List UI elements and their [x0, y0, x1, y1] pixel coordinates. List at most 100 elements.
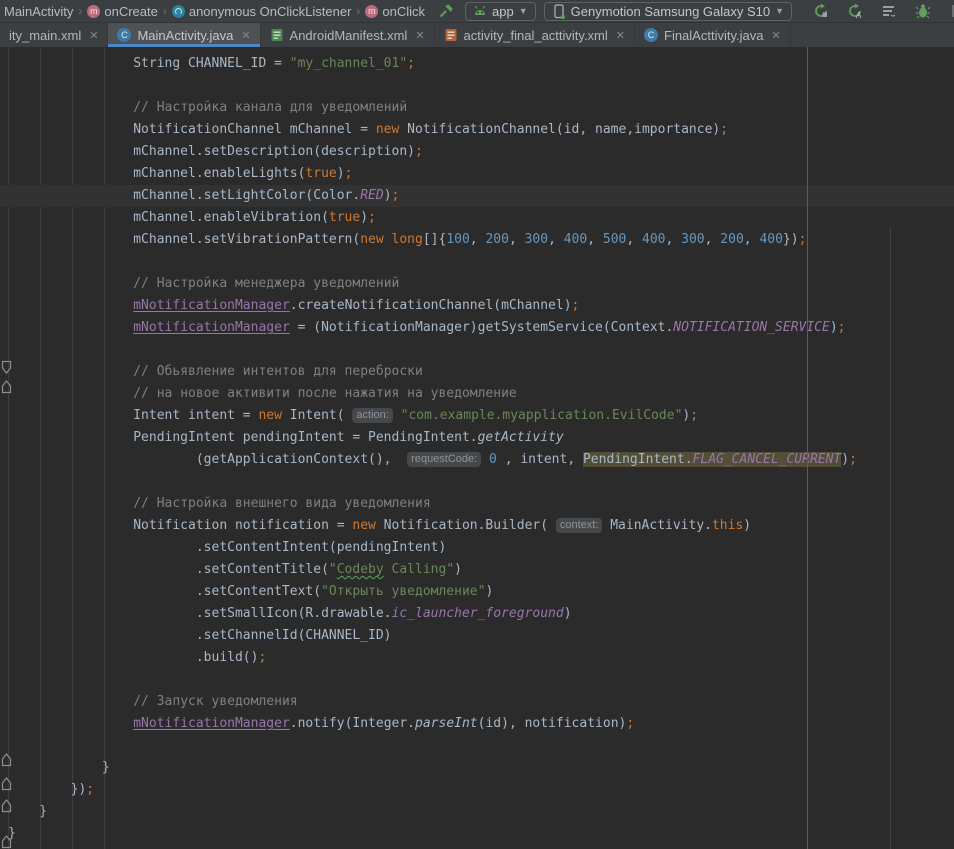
code-token [8, 320, 133, 335]
code-token: ; [368, 210, 376, 225]
code-token: , [705, 232, 721, 247]
tab-activity-main-xml[interactable]: ity_main.xml ✕ [0, 23, 108, 47]
code-line[interactable]: } [0, 757, 954, 779]
code-line[interactable]: } [0, 823, 954, 845]
code-token: Notification.Builder( [376, 518, 556, 533]
code-line[interactable] [0, 251, 954, 273]
fold-marker-icon[interactable] [1, 360, 12, 375]
code-token: , intent, [497, 452, 583, 467]
breadcrumb-item-onclick[interactable]: m onClick [363, 4, 427, 19]
code-line[interactable] [0, 339, 954, 361]
code-token: 200 [485, 232, 508, 247]
profiler-icon[interactable] [946, 1, 954, 21]
run-configuration-select[interactable]: app ▼ [465, 2, 536, 21]
code-lines[interactable]: String CHANNEL_ID = "my_channel_01"; // … [0, 47, 954, 845]
apply-changes-icon[interactable] [810, 1, 832, 21]
tab-mainactivity-java[interactable]: C MainActivity.java ✕ [108, 23, 260, 47]
code-line[interactable]: // Настройка канала для уведомлений [0, 97, 954, 119]
apply-code-changes-icon[interactable]: A [844, 1, 866, 21]
breadcrumb-item-anonymous-listener[interactable]: anonymous OnClickListener [170, 4, 354, 19]
tab-androidmanifest-xml[interactable]: AndroidManifest.xml ✕ [261, 23, 435, 47]
code-line[interactable]: // Запуск уведомления [0, 691, 954, 713]
code-token: // Настройка внешнего вида уведомления [133, 496, 430, 511]
code-token: }) [783, 232, 799, 247]
code-line[interactable]: // Обьявление интентов для переброски [0, 361, 954, 383]
code-token: .createNotificationChannel(mChannel) [290, 298, 572, 313]
code-token: } [8, 760, 110, 775]
code-token [393, 408, 401, 423]
close-tab-icon[interactable]: ✕ [89, 29, 98, 42]
code-line[interactable]: .build(); [0, 647, 954, 669]
code-line[interactable]: mChannel.setVibrationPattern(new long[]{… [0, 229, 954, 251]
chevron-down-icon: ▼ [775, 6, 784, 16]
code-token: }) [8, 782, 86, 797]
code-line[interactable]: mNotificationManager = (NotificationMana… [0, 317, 954, 339]
breadcrumb-label: anonymous OnClickListener [189, 4, 352, 19]
code-line[interactable] [0, 75, 954, 97]
close-tab-icon[interactable]: ✕ [771, 29, 780, 42]
close-tab-icon[interactable]: ✕ [616, 29, 625, 42]
tab-label: AndroidManifest.xml [290, 28, 408, 43]
debug-icon[interactable] [912, 1, 934, 21]
fold-marker-icon[interactable] [1, 776, 12, 791]
code-line[interactable] [0, 669, 954, 691]
code-line[interactable]: (getApplicationContext(), requestCode: 0… [0, 449, 954, 471]
code-token: ; [690, 408, 698, 423]
code-line[interactable]: mNotificationManager.notify(Integer.pars… [0, 713, 954, 735]
code-line[interactable]: mChannel.enableVibration(true); [0, 207, 954, 229]
run-configurations-list-icon[interactable] [878, 1, 900, 21]
code-line[interactable]: // Настройка менеджера уведомлений [0, 273, 954, 295]
code-line[interactable]: mChannel.setLightColor(Color.RED); [0, 185, 954, 207]
tab-label: FinalActtivity.java [664, 28, 763, 43]
code-token: mNotificationManager [133, 320, 290, 335]
code-token: new [376, 122, 399, 137]
code-token: .setContentText( [8, 584, 321, 599]
android-icon [473, 5, 487, 17]
code-line[interactable]: Intent intent = new Intent( action: "com… [0, 405, 954, 427]
code-line[interactable]: // на новое активити после нажатия на ув… [0, 383, 954, 405]
code-token: MainActivity. [602, 518, 712, 533]
code-token: // Запуск уведомления [133, 694, 297, 709]
code-line[interactable]: PendingIntent pendingIntent = PendingInt… [0, 427, 954, 449]
code-line[interactable]: .setSmallIcon(R.drawable.ic_launcher_for… [0, 603, 954, 625]
class-icon: C [644, 28, 658, 42]
code-line[interactable]: .setContentText("Открыть уведомление") [0, 581, 954, 603]
breadcrumb-item-oncreate[interactable]: m onCreate [85, 4, 159, 19]
code-line[interactable] [0, 471, 954, 493]
fold-marker-icon[interactable] [1, 834, 12, 849]
fold-marker-icon[interactable] [1, 379, 12, 394]
fold-marker-icon[interactable] [1, 798, 12, 813]
code-line[interactable]: NotificationChannel mChannel = new Notif… [0, 119, 954, 141]
code-line[interactable]: // Настройка внешнего вида уведомления [0, 493, 954, 515]
code-token: ) [485, 584, 493, 599]
code-line[interactable]: mChannel.setDescription(description); [0, 141, 954, 163]
code-line[interactable]: mChannel.enableLights(true); [0, 163, 954, 185]
code-line[interactable] [0, 735, 954, 757]
tab-activity-final-acttivity-xml[interactable]: activity_final_acttivity.xml ✕ [435, 23, 635, 47]
build-hammer-icon[interactable] [435, 1, 457, 21]
close-tab-icon[interactable]: ✕ [241, 29, 250, 42]
code-token: mChannel.setDescription(description) [8, 144, 415, 159]
code-line[interactable]: Notification notification = new Notifica… [0, 515, 954, 537]
code-line[interactable]: .setContentTitle("Codeby Calling") [0, 559, 954, 581]
close-tab-icon[interactable]: ✕ [415, 29, 424, 42]
code-line[interactable]: mNotificationManager.createNotificationC… [0, 295, 954, 317]
code-token: ; [345, 166, 353, 181]
device-select[interactable]: Genymotion Samsung Galaxy S10 ▼ [544, 2, 792, 21]
code-token: PendingIntent pendingIntent = PendingInt… [8, 430, 478, 445]
tab-label: activity_final_acttivity.xml [464, 28, 608, 43]
code-line[interactable]: } [0, 801, 954, 823]
code-line[interactable]: String CHANNEL_ID = "my_channel_01"; [0, 53, 954, 75]
code-line[interactable]: .setContentIntent(pendingIntent) [0, 537, 954, 559]
code-line[interactable]: .setChannelId(CHANNEL_ID) [0, 625, 954, 647]
code-token: } [8, 804, 47, 819]
code-token: mChannel.enableLights( [8, 166, 305, 181]
breadcrumb-item-class[interactable]: MainActivity [2, 4, 75, 19]
tab-finalacttivity-java[interactable]: C FinalActtivity.java ✕ [635, 23, 791, 47]
code-line[interactable]: }); [0, 779, 954, 801]
code-editor[interactable]: String CHANNEL_ID = "my_channel_01"; // … [0, 47, 954, 849]
chevron-right-icon: › [162, 4, 168, 18]
code-token: 400 [564, 232, 587, 247]
code-token: "com.example.myapplication.EvilCode" [401, 408, 683, 423]
fold-marker-icon[interactable] [1, 752, 12, 767]
